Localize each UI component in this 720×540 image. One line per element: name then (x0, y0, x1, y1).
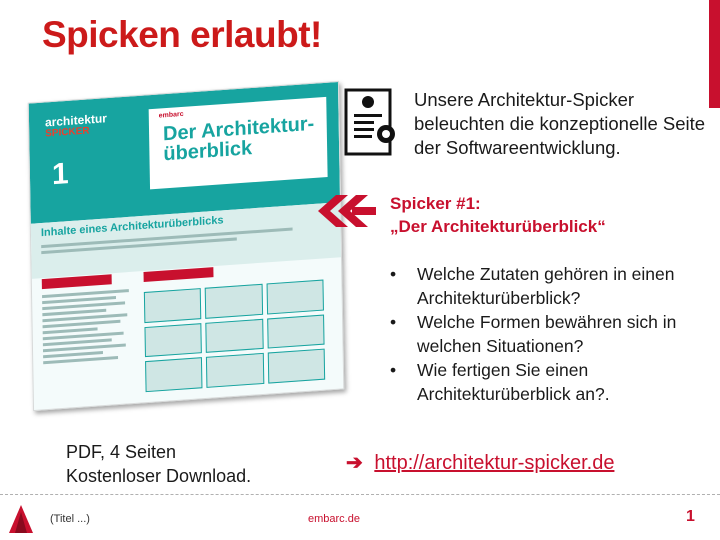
spicker-heading: Spicker #1: „Der Architekturüberblick“ (390, 192, 606, 238)
double-chevron-left-icon (318, 195, 376, 227)
page-number: 1 (686, 508, 695, 525)
document-certificate-icon (344, 88, 395, 156)
download-link[interactable]: http://architektur-spicker.de (374, 452, 614, 474)
footer-site[interactable]: embarc.de (308, 513, 360, 525)
download-info: PDF, 4 Seiten Kostenloser Download. (66, 440, 251, 488)
spicker-line-2: „Der Architekturüberblick“ (390, 217, 606, 236)
intro-text: Unsere Architektur-Spicker beleuchten di… (414, 89, 706, 158)
flyer-brand: architektur SPICKER (45, 111, 107, 140)
flyer-diagram (143, 279, 326, 393)
flyer-column-text (42, 289, 135, 368)
footer-divider (0, 494, 720, 495)
list-item: Wie fertigen Sie einen Architekturüberbl… (389, 358, 709, 406)
pdf-pages: PDF, 4 Seiten (66, 442, 177, 462)
slide-title: Spicken erlaubt! (42, 14, 322, 55)
list-item: Welche Zutaten gehören in einen Architek… (389, 262, 709, 310)
question-list: Welche Zutaten gehören in einen Architek… (389, 262, 709, 406)
arrow-right-icon: ➔ (346, 452, 363, 474)
list-item: Welche Formen bewähren sich in welchen S… (389, 310, 709, 358)
free-download: Kostenloser Download. (66, 466, 252, 486)
flyer-number: 1 (51, 156, 69, 192)
spicker-line-1: Spicker #1: (390, 194, 481, 213)
embarc-logo-icon (9, 505, 33, 533)
download-link-row: ➔ http://architektur-spicker.de (346, 450, 614, 475)
footer-title: (Titel ...) (50, 513, 90, 525)
flyer-page: architektur SPICKER embarc Der Architekt… (27, 80, 345, 412)
flyer-preview: architektur SPICKER embarc Der Architekt… (20, 80, 360, 420)
